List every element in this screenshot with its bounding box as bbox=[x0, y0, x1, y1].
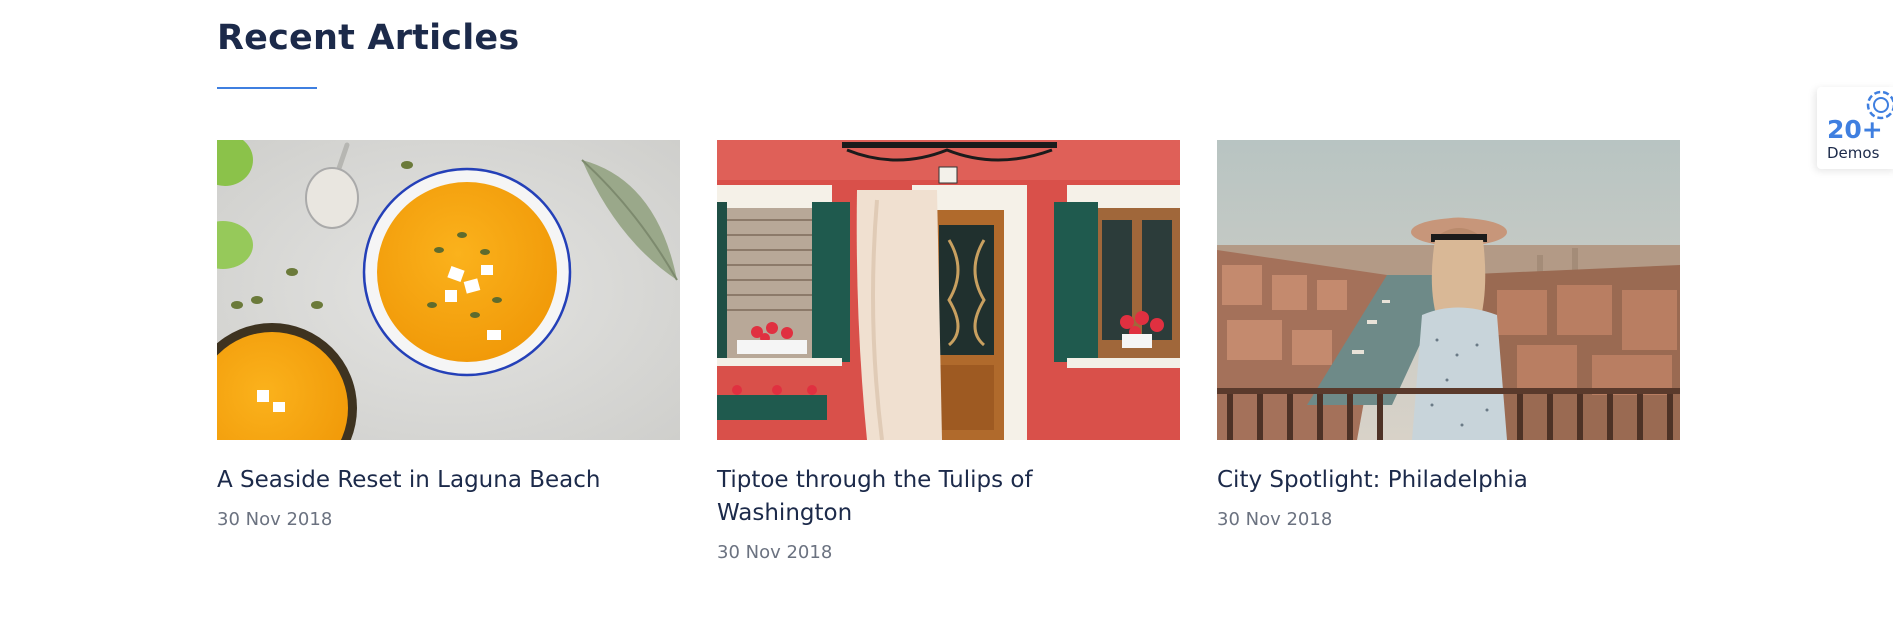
article-title[interactable]: A Seaside Reset in Laguna Beach bbox=[217, 464, 617, 497]
recent-articles-section: Recent Articles A Seaside Reset in Lagun… bbox=[0, 0, 1893, 625]
article-image-red-house[interactable] bbox=[717, 140, 1180, 440]
article-date: 30 Nov 2018 bbox=[1217, 509, 1333, 530]
article-date: 30 Nov 2018 bbox=[717, 542, 833, 563]
article-card[interactable]: Tiptoe through the Tulips of Washington … bbox=[717, 140, 1180, 563]
article-card[interactable]: City Spotlight: Philadelphia 30 Nov 2018 bbox=[1217, 140, 1680, 530]
demos-count: 20+ bbox=[1827, 115, 1883, 144]
demos-label: Demos bbox=[1827, 144, 1880, 162]
article-image-soup[interactable] bbox=[217, 140, 680, 440]
article-title[interactable]: Tiptoe through the Tulips of Washington bbox=[717, 464, 1117, 530]
demos-badge[interactable]: 20+ Demos bbox=[1817, 87, 1893, 169]
article-title[interactable]: City Spotlight: Philadelphia bbox=[1217, 464, 1617, 497]
article-date: 30 Nov 2018 bbox=[217, 509, 333, 530]
section-title: Recent Articles bbox=[217, 18, 520, 58]
title-underline bbox=[217, 87, 317, 89]
article-image-canal-view[interactable] bbox=[1217, 140, 1680, 440]
article-card[interactable]: A Seaside Reset in Laguna Beach 30 Nov 2… bbox=[217, 140, 680, 530]
